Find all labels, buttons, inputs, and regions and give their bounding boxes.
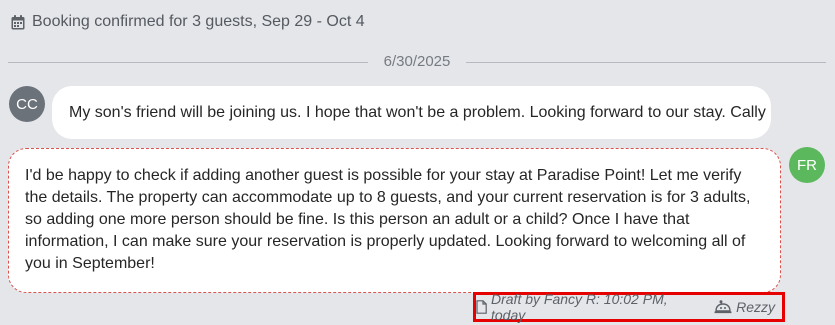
agent-label: Rezzy	[736, 299, 775, 315]
host-avatar-initials: FR	[797, 156, 817, 174]
divider-line-left	[8, 62, 368, 63]
draft-meta: Draft by Fancy R: 10:02 PM, today	[476, 291, 700, 323]
booking-status-text: Booking confirmed for 3 guests, Sep 29 -…	[32, 13, 365, 30]
draft-meta-highlight: Draft by Fancy R: 10:02 PM, today Rezzy	[473, 291, 785, 323]
guest-avatar-initials: CC	[16, 95, 38, 113]
guest-avatar[interactable]: CC	[9, 86, 45, 122]
incoming-message-text: My son's friend will be joining us. I ho…	[69, 104, 766, 121]
calendar-icon	[11, 14, 25, 30]
draft-reply-text: I'd be happy to check if adding another …	[25, 167, 751, 272]
draft-meta-label: Draft by Fancy R: 10:02 PM, today	[491, 291, 668, 323]
incoming-message-bubble: My son's friend will be joining us. I ho…	[52, 86, 771, 139]
draft-reply-bubble[interactable]: I'd be happy to check if adding another …	[8, 148, 781, 293]
agent-meta[interactable]: Rezzy	[714, 299, 775, 315]
document-icon	[476, 300, 487, 314]
date-divider-label: 6/30/2025	[383, 53, 451, 70]
divider-line-right	[466, 62, 826, 63]
rezzy-bot-icon	[714, 300, 732, 314]
host-avatar[interactable]: FR	[789, 147, 825, 183]
booking-status: Booking confirmed for 3 guests, Sep 29 -…	[11, 13, 365, 31]
date-divider: 6/30/2025	[0, 52, 835, 72]
